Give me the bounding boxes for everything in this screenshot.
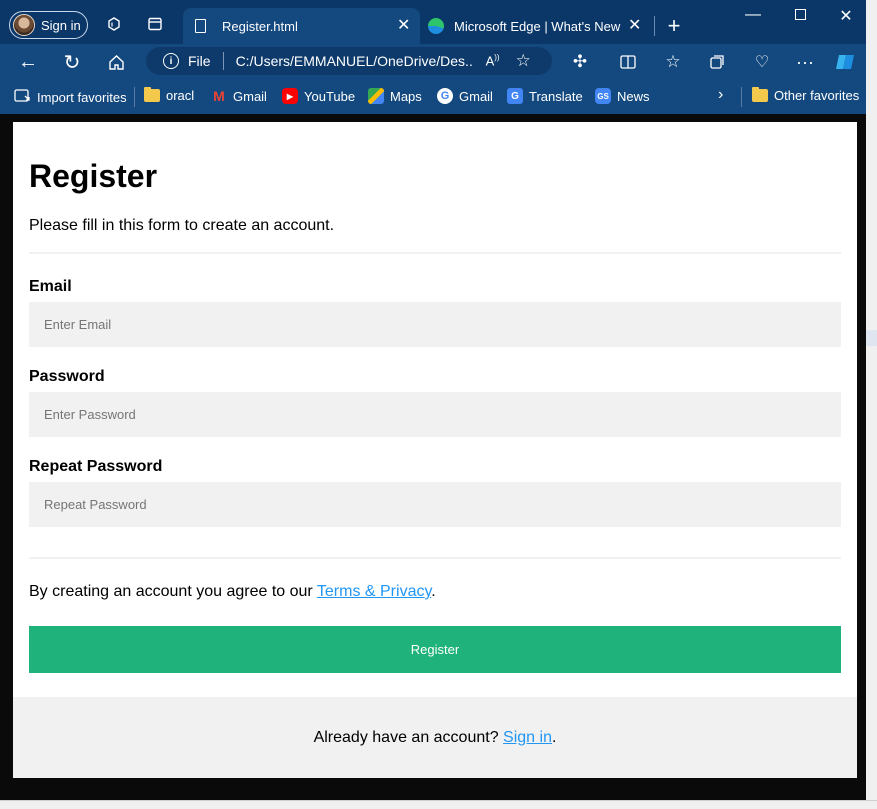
terms-suffix: . [431, 583, 436, 600]
background-window-edge [866, 0, 877, 809]
tab-divider [654, 16, 655, 36]
scheme-label: File [188, 53, 211, 69]
password-field[interactable] [29, 392, 841, 437]
favorite-translate[interactable]: G Translate [507, 88, 583, 104]
tab-actions-icon[interactable] [143, 12, 167, 36]
favorite-label: Gmail [459, 88, 493, 104]
favorite-label: Translate [529, 88, 583, 104]
favorite-label: Gmail [233, 88, 267, 104]
register-button[interactable]: Register [29, 626, 841, 673]
url-text[interactable]: C:/Users/EMMANUEL/OneDrive/Des... [236, 53, 472, 69]
refresh-icon[interactable]: ↻ [60, 50, 84, 74]
favorites-bar: Import favorites oracl M Gmail ▶ YouTube… [0, 81, 866, 114]
profile-button[interactable]: Sign in [9, 11, 88, 39]
favorite-oracl[interactable]: oracl [144, 87, 195, 103]
title-bar: Sign in Register.html ✕ Microsoft Edge |… [0, 0, 866, 44]
split-screen-icon[interactable] [616, 50, 640, 74]
edge-icon [428, 18, 444, 34]
background-highlight [866, 330, 877, 346]
translate-icon: G [507, 88, 523, 104]
news-icon: GS [595, 88, 611, 104]
favorite-label: YouTube [304, 88, 356, 104]
profile-label: Sign in [41, 17, 81, 33]
favorite-label: Other favorites [774, 88, 860, 103]
favorite-star-icon[interactable]: ☆ [516, 51, 531, 71]
favbar-divider [741, 87, 742, 107]
favorite-maps[interactable]: Maps [368, 88, 422, 104]
copilot-icon[interactable] [834, 50, 858, 74]
favbar-divider [134, 87, 135, 107]
new-tab-icon[interactable]: + [662, 13, 686, 38]
more-icon[interactable]: ··· [793, 50, 817, 74]
address-divider [222, 52, 224, 70]
repeat-password-field[interactable] [29, 482, 841, 527]
favorite-label: News [617, 88, 650, 104]
repeat-password-label: Repeat Password [29, 458, 163, 475]
favorite-import[interactable]: Import favorites [14, 88, 127, 106]
workspaces-icon[interactable] [102, 12, 126, 36]
other-favorites[interactable]: Other favorites [752, 87, 860, 103]
read-aloud-icon[interactable]: A)) [486, 53, 500, 68]
browser-essentials-icon[interactable]: ♡ [750, 50, 774, 74]
extensions-icon[interactable]: ✣ [568, 50, 592, 74]
import-icon [14, 88, 31, 106]
register-page: Register Please fill in this form to cre… [13, 122, 857, 778]
info-icon[interactable]: i [163, 53, 179, 69]
terms-privacy-link[interactable]: Terms & Privacy [317, 583, 431, 600]
page-title: Register [29, 158, 158, 194]
folder-icon [144, 87, 160, 102]
tab-label: Microsoft Edge | What's New [454, 18, 621, 34]
email-field[interactable] [29, 302, 841, 347]
favorites-overflow-icon[interactable]: › [718, 86, 723, 104]
signin-section: Already have an account? Sign in. [13, 697, 857, 778]
divider [29, 252, 841, 254]
close-icon[interactable]: ✕ [397, 15, 410, 35]
collections-icon[interactable] [705, 50, 729, 74]
window-close-icon[interactable]: ✕ [831, 6, 861, 26]
divider [29, 557, 841, 559]
favorites-icon[interactable]: ☆ [661, 50, 685, 74]
minimize-icon[interactable]: — [738, 6, 768, 24]
favorite-gmail[interactable]: M Gmail [211, 88, 267, 104]
document-icon [195, 19, 206, 33]
signin-suffix: . [551, 728, 557, 746]
favorite-youtube[interactable]: ▶ YouTube [282, 88, 355, 104]
folder-icon [752, 87, 768, 102]
favorite-label: Maps [390, 88, 422, 104]
gmail-icon: M [213, 88, 225, 104]
youtube-icon: ▶ [282, 88, 298, 104]
signin-link[interactable]: Sign in [503, 729, 552, 747]
email-label: Email [29, 278, 72, 295]
address-bar[interactable]: i File C:/Users/EMMANUEL/OneDrive/Des...… [146, 47, 552, 75]
tab-register[interactable]: Register.html ✕ [183, 8, 420, 44]
back-icon[interactable]: ← [16, 50, 40, 74]
background-window-bottom [0, 800, 877, 809]
tab-whats-new[interactable]: Microsoft Edge | What's New ✕ [424, 10, 654, 42]
password-label: Password [29, 368, 105, 385]
close-icon[interactable]: ✕ [628, 15, 641, 35]
page-subtitle: Please fill in this form to create an ac… [29, 217, 335, 234]
terms-text: By creating an account you agree to our … [29, 583, 436, 601]
terms-prefix: By creating an account you agree to our [29, 583, 317, 600]
home-icon[interactable] [104, 50, 128, 74]
maximize-icon[interactable] [785, 7, 815, 25]
avatar [13, 14, 35, 36]
favorite-gmail-google[interactable]: G Gmail [437, 88, 493, 104]
google-icon: G [437, 88, 453, 104]
favorite-label: Import favorites [37, 89, 127, 105]
favorite-label: oracl [166, 88, 195, 103]
tab-label: Register.html [222, 18, 298, 34]
favorite-news[interactable]: GS News [595, 88, 650, 104]
signin-prefix: Already have an account? [313, 728, 504, 746]
maps-icon [368, 88, 384, 104]
